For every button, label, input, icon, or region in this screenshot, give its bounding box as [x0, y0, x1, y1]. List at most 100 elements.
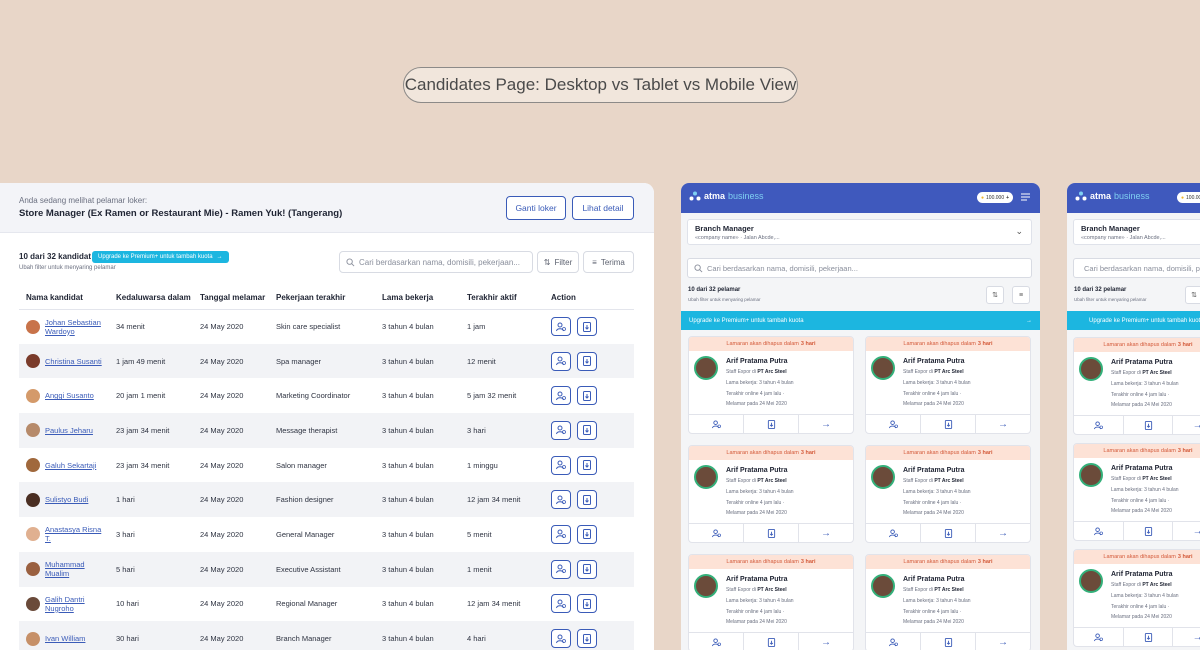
table-row[interactable]: Christina Susanti 1 jam 49 menit 24 May 20… — [19, 343, 634, 379]
shortlist-button[interactable] — [551, 420, 571, 440]
shortlist-button[interactable] — [551, 524, 571, 544]
change-job-button[interactable]: Ganti loker — [506, 196, 566, 220]
candidate-name-link[interactable]: Muhammad Mualim — [45, 560, 109, 578]
upgrade-label: Upgrade ke Premium+ untuk tambah kuota — [1089, 317, 1200, 324]
candidate-card[interactable]: Lamaran akan dihapus dalam 3 hari Arif Pra… — [688, 554, 854, 650]
shortlist-button[interactable] — [551, 386, 571, 406]
shortlist-button[interactable] — [551, 490, 571, 510]
download-cv-button[interactable] — [577, 317, 597, 337]
candidate-card[interactable]: Lamaran akan dihapus dalam 3 hari Arif Pra… — [865, 445, 1031, 543]
candidate-name-link[interactable]: Paulus Jeharu — [45, 426, 93, 435]
candidate-name-link[interactable]: Anggi Susanto — [45, 391, 94, 400]
candidate-name-link[interactable]: Galuh Sekartaji — [45, 461, 96, 470]
candidate-card[interactable]: Lamaran akan dihapus dalam 3 hari Arif Pra… — [1073, 549, 1200, 647]
download-cv-button[interactable] — [921, 415, 976, 433]
shortlist-button[interactable] — [689, 415, 744, 433]
download-cv-button[interactable] — [577, 524, 597, 544]
download-cv-button[interactable] — [1124, 522, 1174, 540]
shortlist-button[interactable] — [551, 629, 571, 649]
open-detail-button[interactable]: → — [976, 524, 1030, 542]
upgrade-chip[interactable]: Upgrade ke Premium+ untuk tambah kuota → — [92, 251, 229, 263]
candidate-name-link[interactable]: Galih Dantri Nugroho — [45, 595, 109, 613]
candidate-name-link[interactable]: Anastasya Risna T. — [45, 525, 109, 543]
open-detail-button[interactable]: → — [976, 415, 1030, 433]
search-input[interactable]: Cari berdasarkan nama, domisili, pekerja… — [339, 251, 533, 273]
table-row[interactable]: Muhammad Mualim 5 hari 24 May 2020 Executiv… — [19, 551, 634, 587]
open-detail-button[interactable]: → — [799, 524, 853, 542]
open-detail-button[interactable]: → — [1173, 416, 1200, 434]
open-detail-button[interactable]: → — [799, 633, 853, 650]
shortlist-button[interactable] — [551, 455, 571, 475]
coin-balance[interactable]: ● 100.000 + — [977, 192, 1014, 203]
filter-button[interactable]: ≡ — [1012, 286, 1030, 304]
table-row[interactable]: Paulus Jeharu 23 jam 34 menit 24 May 2020 M… — [19, 413, 634, 448]
download-cv-button[interactable] — [1124, 628, 1174, 646]
shortlist-button[interactable] — [1074, 628, 1124, 646]
job-selector[interactable]: Branch Manager «company name» · Jalan Ab… — [687, 219, 1032, 245]
shortlist-button[interactable] — [1074, 522, 1124, 540]
shortlist-button[interactable] — [866, 633, 921, 650]
download-cv-button[interactable] — [744, 524, 799, 542]
shortlist-button[interactable] — [551, 594, 571, 614]
table-row[interactable]: Galih Dantri Nugroho 10 hari 24 May 2020 Re… — [19, 587, 634, 622]
open-detail-button[interactable]: → — [1173, 628, 1200, 646]
candidate-name-link[interactable]: Christina Susanti — [45, 357, 102, 366]
table-row[interactable]: Ivan William 30 hari 24 May 2020 Branch Man… — [19, 621, 634, 650]
candidate-name-link[interactable]: Sulistyo Budi — [45, 495, 88, 504]
download-cv-button[interactable] — [921, 633, 976, 650]
candidate-name-link[interactable]: Johan Sebastian Wardoyo — [45, 318, 109, 336]
candidate-name-link[interactable]: Ivan William — [45, 634, 85, 643]
download-cv-button[interactable] — [921, 524, 976, 542]
download-cv-button[interactable] — [577, 420, 597, 440]
shortlist-button[interactable] — [551, 317, 571, 337]
download-cv-button[interactable] — [744, 633, 799, 650]
upgrade-banner[interactable]: Upgrade ke Premium+ untuk tambah kuota → — [681, 311, 1040, 330]
shortlist-button[interactable] — [689, 633, 744, 650]
coin-balance[interactable]: ●100.000 — [1177, 192, 1200, 203]
table-row[interactable]: Anastasya Risna T. 3 hari 24 May 2020 Gener… — [19, 517, 634, 552]
received-filter-button[interactable]: ≡ Terima — [583, 251, 634, 273]
view-detail-button[interactable]: Lihat detail — [572, 196, 634, 220]
open-detail-button[interactable]: → — [799, 415, 853, 433]
filter-button[interactable]: ⇅ Filter — [537, 251, 579, 273]
applicant-count: 10 dari 32 pelamar — [1074, 287, 1127, 293]
download-cv-button[interactable] — [577, 559, 597, 579]
shortlist-button[interactable] — [551, 559, 571, 579]
sort-button[interactable]: ⇅ — [1185, 286, 1200, 304]
job-selector[interactable]: Branch Manager «company name» · Jalan Ab… — [1073, 219, 1200, 245]
candidate-card[interactable]: Lamaran akan dihapus dalam 3 hari Arif Pra… — [865, 554, 1031, 650]
shortlist-button[interactable] — [866, 415, 921, 433]
search-input[interactable]: Cari berdasarkan nama, domisili, pekerja… — [687, 258, 1032, 278]
expiry-text: Lamaran akan dihapus dalam — [903, 341, 976, 347]
shortlist-button[interactable] — [551, 351, 571, 371]
shortlist-button[interactable] — [689, 524, 744, 542]
upgrade-banner[interactable]: Upgrade ke Premium+ untuk tambah kuota — [1067, 311, 1200, 330]
table-row[interactable]: Johan Sebastian Wardoyo 34 menit 24 May 20… — [19, 309, 634, 344]
sort-button[interactable]: ⇅ — [986, 286, 1004, 304]
shortlist-button[interactable] — [1074, 416, 1124, 434]
download-cv-button[interactable] — [1124, 416, 1174, 434]
search-input[interactable]: Cari berdasarkan nama, domisili, pekerja… — [1073, 258, 1200, 278]
table-row[interactable]: Anggi Susanto 20 jam 1 menit 24 May 2020 Ma… — [19, 378, 634, 413]
download-cv-button[interactable] — [744, 415, 799, 433]
table-row[interactable]: Sulistyo Budi 1 hari 24 May 2020 Fashion de… — [19, 482, 634, 518]
download-cv-button[interactable] — [577, 629, 597, 649]
open-detail-button[interactable]: → — [1173, 522, 1200, 540]
menu-icon[interactable] — [1021, 193, 1030, 201]
candidate-card[interactable]: Lamaran akan dihapus dalam 3 hari Arif Pra… — [1073, 443, 1200, 541]
candidate-card[interactable]: Lamaran akan dihapus dalam 3 hari Arif Pra… — [865, 336, 1031, 434]
download-cv-button[interactable] — [577, 490, 597, 510]
download-cv-button[interactable] — [577, 455, 597, 475]
table-row[interactable]: Galuh Sekartaji 23 jam 34 menit 24 May 202… — [19, 448, 634, 483]
candidate-card[interactable]: Lamaran akan dihapus dalam 3 hari Arif Pra… — [1073, 337, 1200, 435]
download-cv-button[interactable] — [577, 594, 597, 614]
download-cv-button[interactable] — [577, 351, 597, 371]
logo[interactable]: atma business — [689, 191, 764, 201]
logo[interactable]: atma business — [1075, 191, 1150, 201]
shortlist-button[interactable] — [866, 524, 921, 542]
open-detail-button[interactable]: → — [976, 633, 1030, 650]
candidate-card[interactable]: Lamaran akan dihapus dalam 3 hari Arif Pra… — [688, 445, 854, 543]
download-cv-button[interactable] — [577, 386, 597, 406]
candidate-card[interactable]: Lamaran akan dihapus dalam 3 hari Arif Pra… — [688, 336, 854, 434]
applied-date: Melamar pada 24 Mei 2020 — [726, 401, 787, 407]
